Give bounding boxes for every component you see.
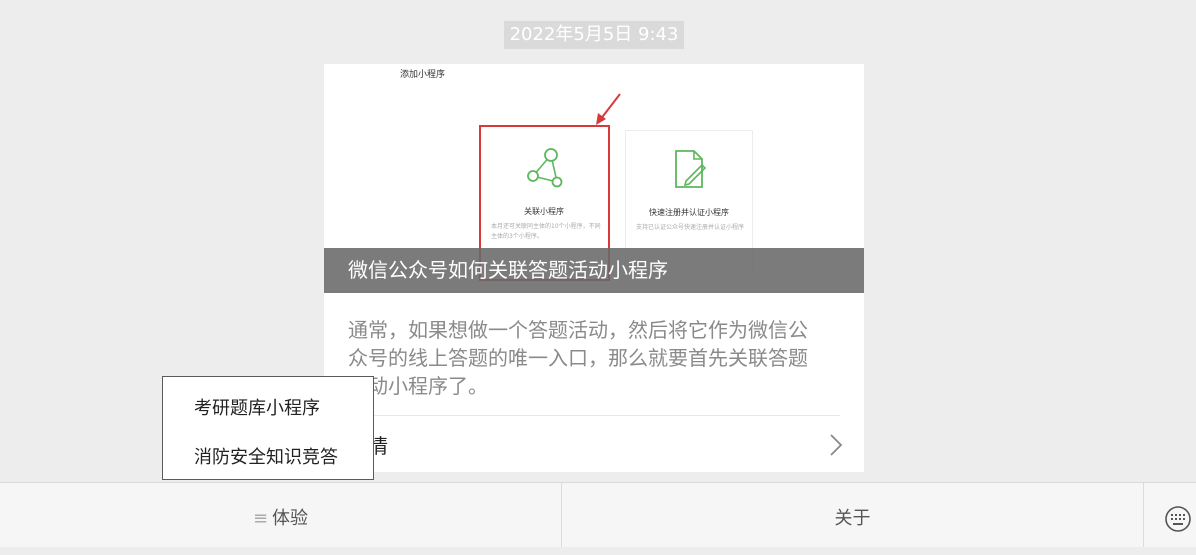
keyboard-toggle-button[interactable] (1144, 483, 1196, 547)
popup-item-kaoyan-question-bank[interactable]: 考研题库小程序 (194, 394, 320, 420)
article-summary: 通常，如果想做一个答题活动，然后将它作为微信公众号的线上答题的唯一入口，那么就要… (348, 318, 808, 398)
arrow-annotation-icon (596, 93, 621, 125)
tab-experience-label: 体验 (272, 508, 309, 529)
cover-heading: 添加小程序 (400, 70, 446, 80)
popup-menu: 考研题库小程序 消防安全知识竞答 (162, 376, 374, 480)
tab-about[interactable]: 关于 (562, 483, 1144, 547)
article-cover-image: 添加小程序 关联小程序 本月还可关联同主体的10个小程序，不同主体的3个小程序。… (324, 64, 864, 293)
keyboard-icon (1165, 506, 1191, 532)
tab-about-label: 关于 (834, 508, 871, 529)
chevron-right-icon (830, 434, 843, 456)
option-quick-desc: 支持已认证公众号快速注册并认证小程序 (636, 224, 745, 231)
article-card[interactable]: 添加小程序 关联小程序 本月还可关联同主体的10个小程序，不同主体的3个小程序。… (324, 64, 864, 472)
article-title: 微信公众号如何关联答题活动小程序 (348, 258, 668, 282)
bottom-menu-bar: ≡ 体验 关于 (0, 482, 1196, 547)
document-edit-icon (675, 150, 707, 188)
menu-list-icon: ≡ (252, 508, 269, 529)
details-link[interactable]: 详情 (324, 416, 864, 472)
article-title-overlay: 微信公众号如何关联答题活动小程序 (324, 248, 864, 293)
option-quick-title: 快速注册并认证小程序 (649, 208, 729, 217)
popup-item-fire-safety-quiz[interactable]: 消防安全知识竞答 (194, 443, 338, 469)
chat-timestamp: 2022年5月5日 9:43 (504, 21, 684, 49)
tab-experience[interactable]: ≡ 体验 (0, 483, 562, 547)
